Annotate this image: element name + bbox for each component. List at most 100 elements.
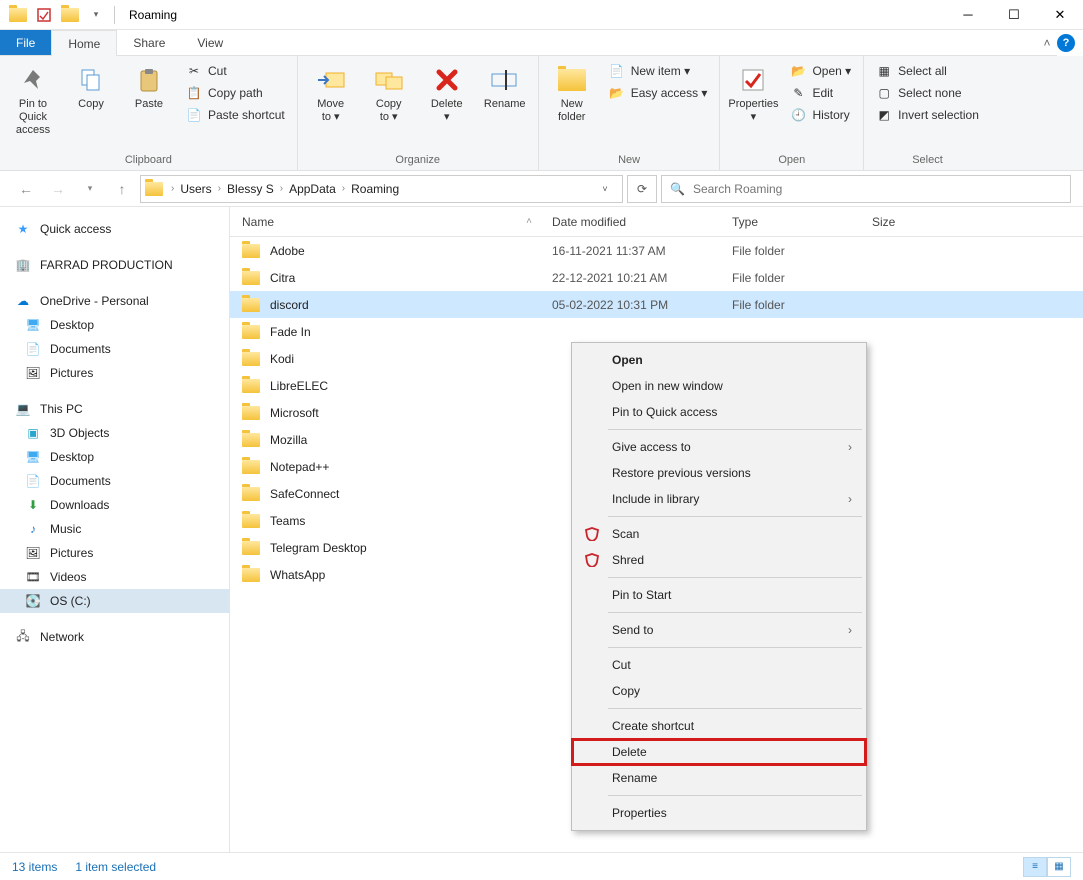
properties-button[interactable]: Properties ▾ <box>726 60 780 128</box>
minimize-button[interactable]: ─ <box>945 0 991 30</box>
file-row[interactable]: Fade In <box>230 318 1083 345</box>
new-item-button[interactable]: 📄New item ▾ <box>603 60 714 82</box>
qat-customize-icon[interactable]: ▾ <box>84 3 108 27</box>
tab-file[interactable]: File <box>0 30 51 56</box>
qat-folder-icon[interactable] <box>6 3 30 27</box>
sidebar-od-documents[interactable]: 📄Documents <box>0 337 229 361</box>
tab-home[interactable]: Home <box>51 30 117 56</box>
sidebar-os-c[interactable]: 💽OS (C:) <box>0 589 229 613</box>
maximize-button[interactable]: ☐ <box>991 0 1037 30</box>
back-button[interactable]: ← <box>12 175 40 203</box>
refresh-button[interactable]: ⟳ <box>627 175 657 203</box>
context-item-open-in-new-window[interactable]: Open in new window <box>572 373 866 399</box>
navigation-pane: ★Quick access 🏢FARRAD PRODUCTION ☁OneDri… <box>0 207 230 852</box>
sidebar-this-pc[interactable]: 💻This PC <box>0 397 229 421</box>
pin-quick-access-button[interactable]: Pin to Quick access <box>6 60 60 142</box>
easy-access-button[interactable]: 📂Easy access ▾ <box>603 82 714 104</box>
recent-locations-button[interactable]: ▾ <box>76 175 104 203</box>
delete-button[interactable]: Delete ▾ <box>420 60 474 128</box>
search-box[interactable]: 🔍 <box>661 175 1071 203</box>
paste-button[interactable]: Paste <box>122 60 176 115</box>
star-icon: ★ <box>14 221 32 237</box>
context-item-give-access-to[interactable]: Give access to› <box>572 434 866 460</box>
folder-icon <box>242 406 260 420</box>
sidebar-quick-access[interactable]: ★Quick access <box>0 217 229 241</box>
rename-button[interactable]: Rename <box>478 60 532 115</box>
folder-icon <box>242 244 260 258</box>
sidebar-videos[interactable]: 🎞Videos <box>0 565 229 589</box>
sidebar-od-desktop[interactable]: 🖥Desktop <box>0 313 229 337</box>
crumb-roaming[interactable]: Roaming <box>347 182 403 196</box>
documents-icon: 📄 <box>24 473 42 489</box>
col-date[interactable]: Date modified <box>552 215 732 229</box>
context-item-send-to[interactable]: Send to› <box>572 617 866 643</box>
file-row[interactable]: Citra 22-12-2021 10:21 AM File folder <box>230 264 1083 291</box>
crumb-users[interactable]: Users <box>176 182 215 196</box>
pc-icon: 💻 <box>14 401 32 417</box>
context-item-create-shortcut[interactable]: Create shortcut <box>572 713 866 739</box>
col-type[interactable]: Type <box>732 215 872 229</box>
file-row[interactable]: Adobe 16-11-2021 11:37 AM File folder <box>230 237 1083 264</box>
copy-path-button[interactable]: 📋Copy path <box>180 82 291 104</box>
context-item-properties[interactable]: Properties <box>572 800 866 826</box>
sidebar-music[interactable]: ♪Music <box>0 517 229 541</box>
context-item-cut[interactable]: Cut <box>572 652 866 678</box>
select-all-button[interactable]: ▦Select all <box>870 60 985 82</box>
context-item-restore-previous-versions[interactable]: Restore previous versions <box>572 460 866 486</box>
up-button[interactable]: ↑ <box>108 175 136 203</box>
crumb-user[interactable]: Blessy S <box>223 182 278 196</box>
move-to-button[interactable]: Move to ▾ <box>304 60 358 128</box>
context-item-include-in-library[interactable]: Include in library› <box>572 486 866 512</box>
select-none-button[interactable]: ▢Select none <box>870 82 985 104</box>
forward-button[interactable]: → <box>44 175 72 203</box>
sidebar-3d-objects[interactable]: ▣3D Objects <box>0 421 229 445</box>
col-name[interactable]: Name <box>242 215 274 229</box>
tab-view[interactable]: View <box>181 30 239 56</box>
paste-shortcut-button[interactable]: 📄Paste shortcut <box>180 104 291 126</box>
search-input[interactable] <box>693 182 1062 196</box>
help-icon[interactable]: ? <box>1057 34 1075 52</box>
invert-selection-button[interactable]: ◩Invert selection <box>870 104 985 126</box>
sidebar-downloads[interactable]: ⬇Downloads <box>0 493 229 517</box>
copy-to-button[interactable]: Copy to ▾ <box>362 60 416 128</box>
sidebar-documents[interactable]: 📄Documents <box>0 469 229 493</box>
sidebar-network[interactable]: 🖧Network <box>0 625 229 649</box>
sidebar-farrad[interactable]: 🏢FARRAD PRODUCTION <box>0 253 229 277</box>
crumb-appdata[interactable]: AppData <box>285 182 340 196</box>
new-folder-button[interactable]: New folder <box>545 60 599 128</box>
sidebar-onedrive[interactable]: ☁OneDrive - Personal <box>0 289 229 313</box>
collapse-ribbon-icon[interactable]: ˄ <box>1037 30 1057 56</box>
context-item-scan[interactable]: Scan <box>572 521 866 547</box>
context-item-pin-to-quick-access[interactable]: Pin to Quick access <box>572 399 866 425</box>
folder-icon <box>242 487 260 501</box>
sidebar-od-pictures[interactable]: 🖼Pictures <box>0 361 229 385</box>
context-item-shred[interactable]: Shred <box>572 547 866 573</box>
view-details-button[interactable]: ≡ <box>1023 857 1047 877</box>
history-button[interactable]: 🕘History <box>784 104 857 126</box>
address-bar[interactable]: › Users › Blessy S › AppData › Roaming ˅ <box>140 175 623 203</box>
col-size[interactable]: Size <box>872 215 952 229</box>
context-item-delete[interactable]: Delete <box>572 739 866 765</box>
group-label-organize: Organize <box>304 152 532 170</box>
sidebar-desktop[interactable]: 🖥Desktop <box>0 445 229 469</box>
close-button[interactable]: ✕ <box>1037 0 1083 30</box>
edit-button[interactable]: ✎Edit <box>784 82 857 104</box>
address-dropdown-icon[interactable]: ˅ <box>592 176 618 202</box>
view-large-button[interactable]: ▦ <box>1047 857 1071 877</box>
select-all-icon: ▦ <box>876 63 892 79</box>
qat-newfolder-icon[interactable] <box>58 3 82 27</box>
file-row[interactable]: discord 05-02-2022 10:31 PM File folder <box>230 291 1083 318</box>
open-button[interactable]: 📂Open ▾ <box>784 60 857 82</box>
ribbon-tabs: File Home Share View ˄ ? <box>0 30 1083 56</box>
context-item-rename[interactable]: Rename <box>572 765 866 791</box>
cut-button[interactable]: ✂Cut <box>180 60 291 82</box>
context-item-pin-to-start[interactable]: Pin to Start <box>572 582 866 608</box>
context-item-copy[interactable]: Copy <box>572 678 866 704</box>
context-separator <box>608 516 862 517</box>
drive-icon: 💽 <box>24 593 42 609</box>
sidebar-pictures[interactable]: 🖼Pictures <box>0 541 229 565</box>
tab-share[interactable]: Share <box>117 30 181 56</box>
qat-properties-icon[interactable] <box>32 3 56 27</box>
context-item-open[interactable]: Open <box>572 347 866 373</box>
copy-button[interactable]: Copy <box>64 60 118 115</box>
